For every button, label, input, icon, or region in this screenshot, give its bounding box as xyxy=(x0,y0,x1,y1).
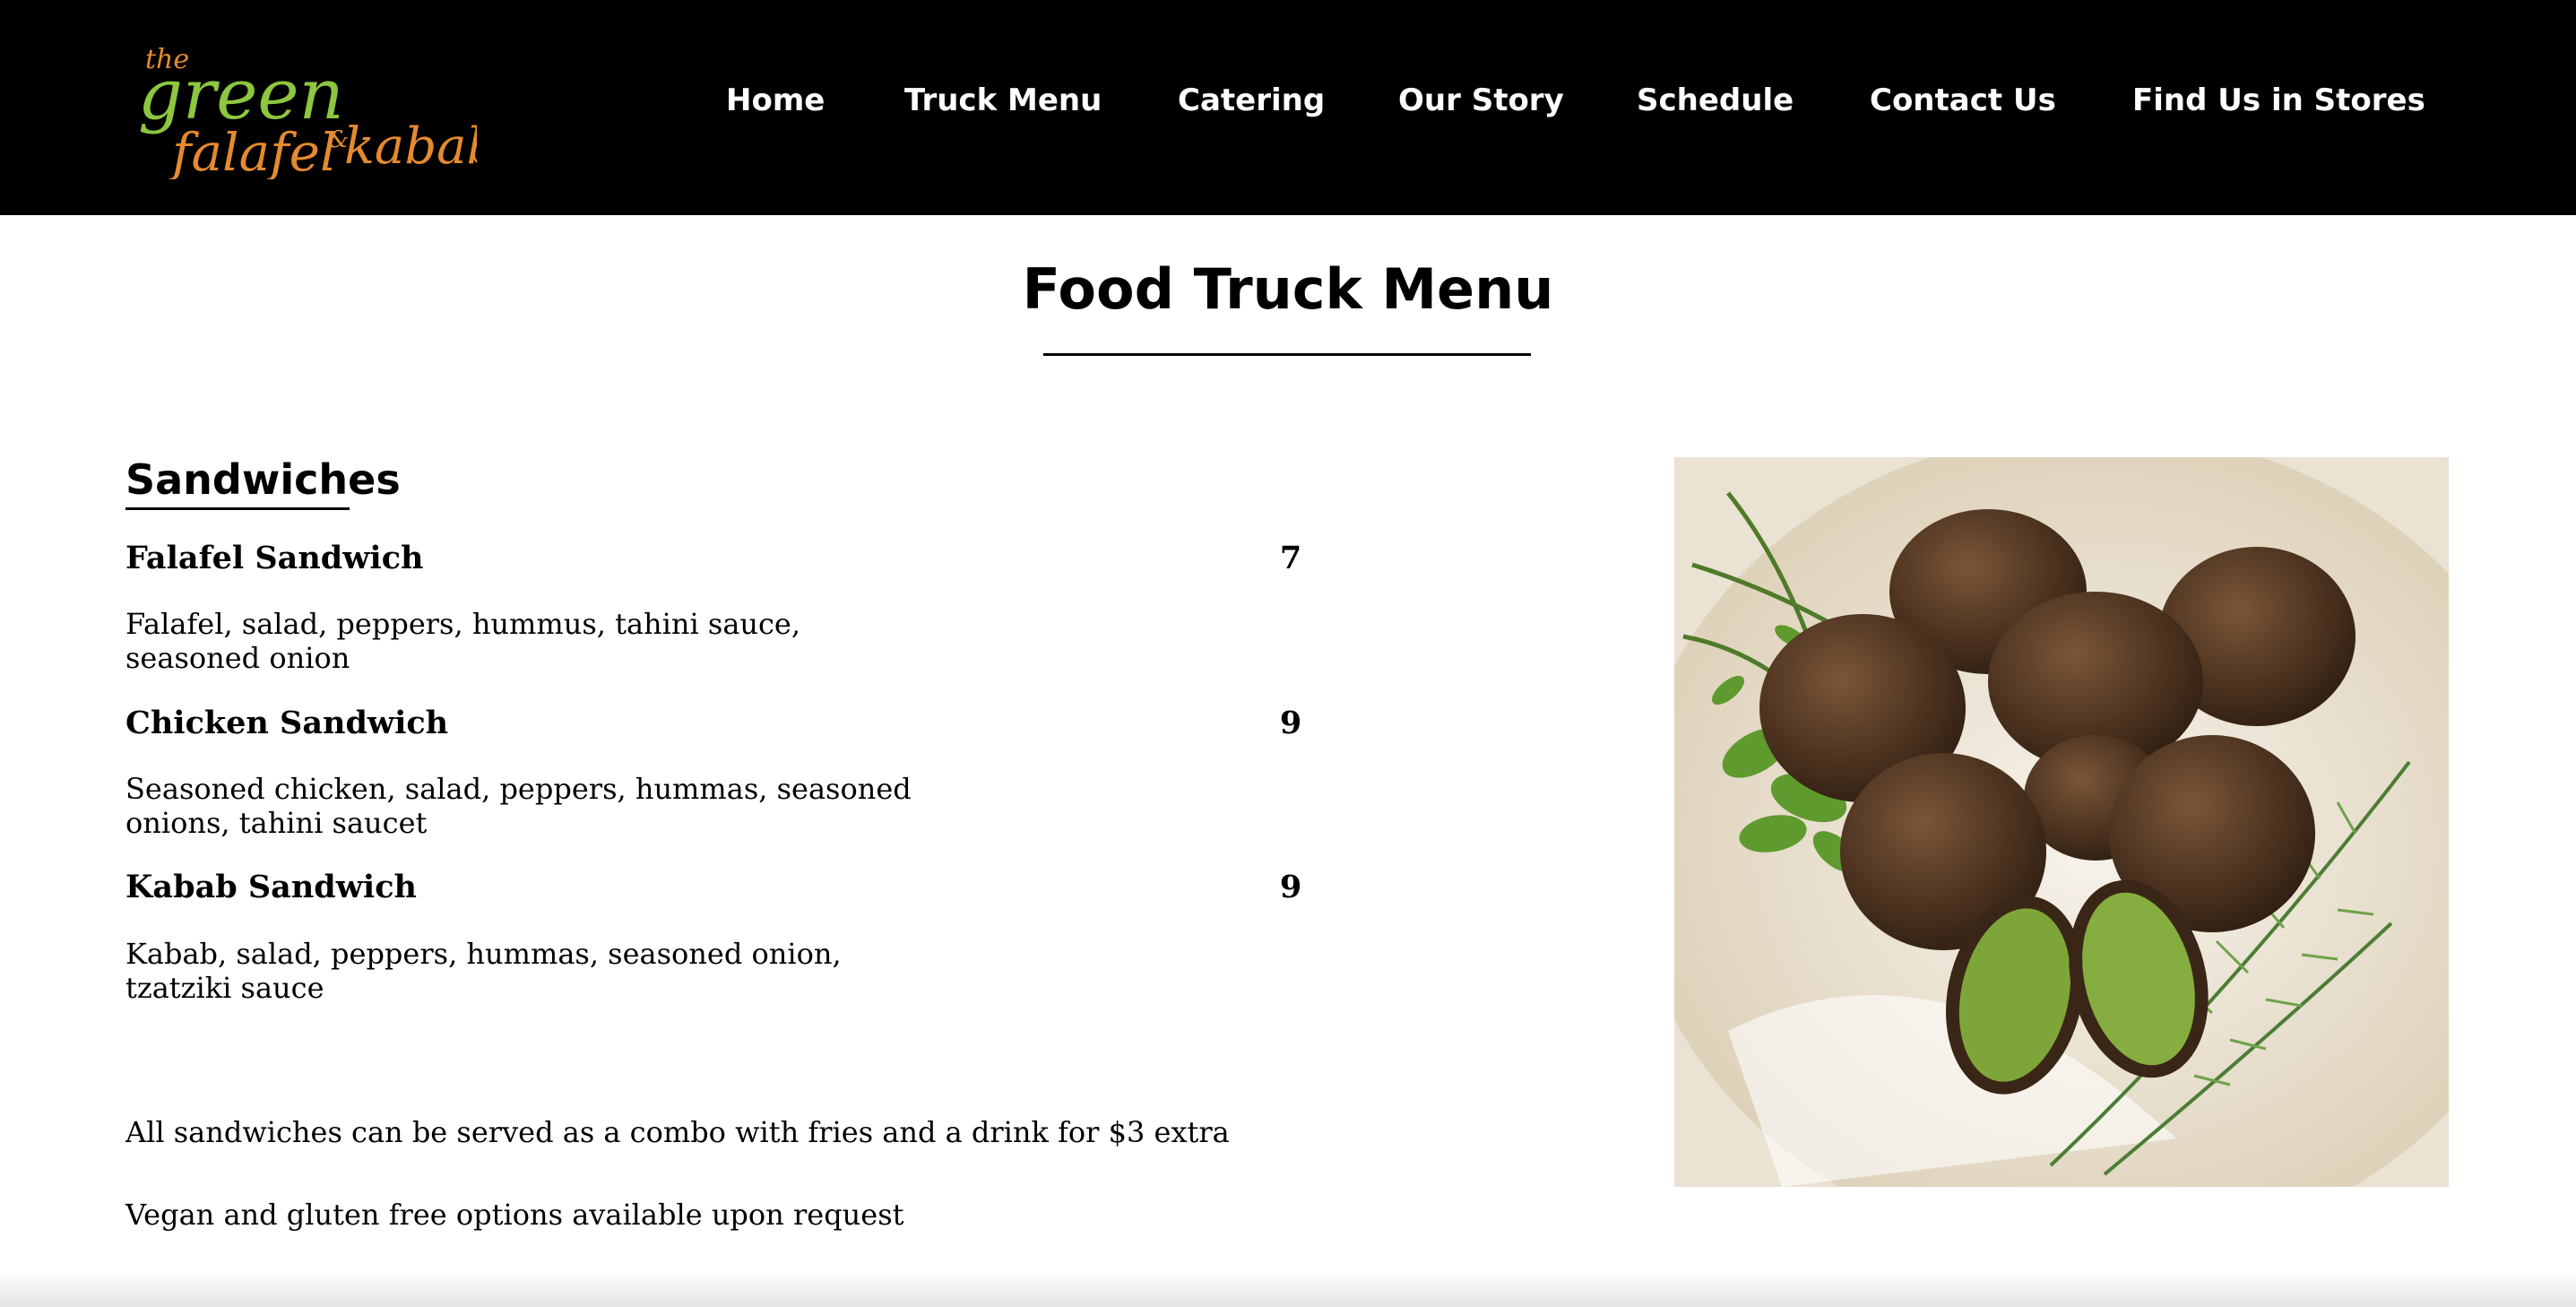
falafel-plate-image xyxy=(1674,457,2449,1187)
page-bottom-shadow xyxy=(0,1271,2576,1307)
menu-item-name: Falafel Sandwich xyxy=(125,540,424,576)
dietary-note: Vegan and gluten free options available … xyxy=(125,1198,904,1232)
nav-find-us-in-stores[interactable]: Find Us in Stores xyxy=(2132,82,2425,118)
section-underline xyxy=(125,507,350,510)
menu-item-price: 9 xyxy=(1279,705,1302,741)
menu-item-name: Chicken Sandwich xyxy=(125,705,449,741)
title-underline xyxy=(1043,353,1531,356)
site-header: the green falafel & kabab Home Truck Men… xyxy=(0,0,2576,215)
menu-item-description: Falafel, salad, peppers, hummus, tahini … xyxy=(125,607,801,675)
main-nav: Home Truck Menu Catering Our Story Sched… xyxy=(0,0,2576,215)
nav-catering[interactable]: Catering xyxy=(1178,82,1325,118)
menu-item-name: Kabab Sandwich xyxy=(125,869,417,905)
section-heading-sandwiches: Sandwiches xyxy=(125,455,401,504)
nav-truck-menu[interactable]: Truck Menu xyxy=(904,82,1102,118)
nav-contact-us[interactable]: Contact Us xyxy=(1870,82,2056,118)
falafel-plate-icon xyxy=(1674,457,2449,1187)
nav-our-story[interactable]: Our Story xyxy=(1398,82,1564,118)
nav-schedule[interactable]: Schedule xyxy=(1637,82,1794,118)
menu-item-price: 9 xyxy=(1279,869,1302,905)
menu-item-description: Seasoned chicken, salad, peppers, hummas… xyxy=(125,772,912,840)
combo-note: All sandwiches can be served as a combo … xyxy=(125,1115,1230,1149)
menu-item-description: Kabab, salad, peppers, hummas, seasoned … xyxy=(125,937,842,1005)
nav-home[interactable]: Home xyxy=(726,82,825,118)
menu-item-price: 7 xyxy=(1279,540,1302,576)
page-title: Food Truck Menu xyxy=(1022,256,1554,322)
